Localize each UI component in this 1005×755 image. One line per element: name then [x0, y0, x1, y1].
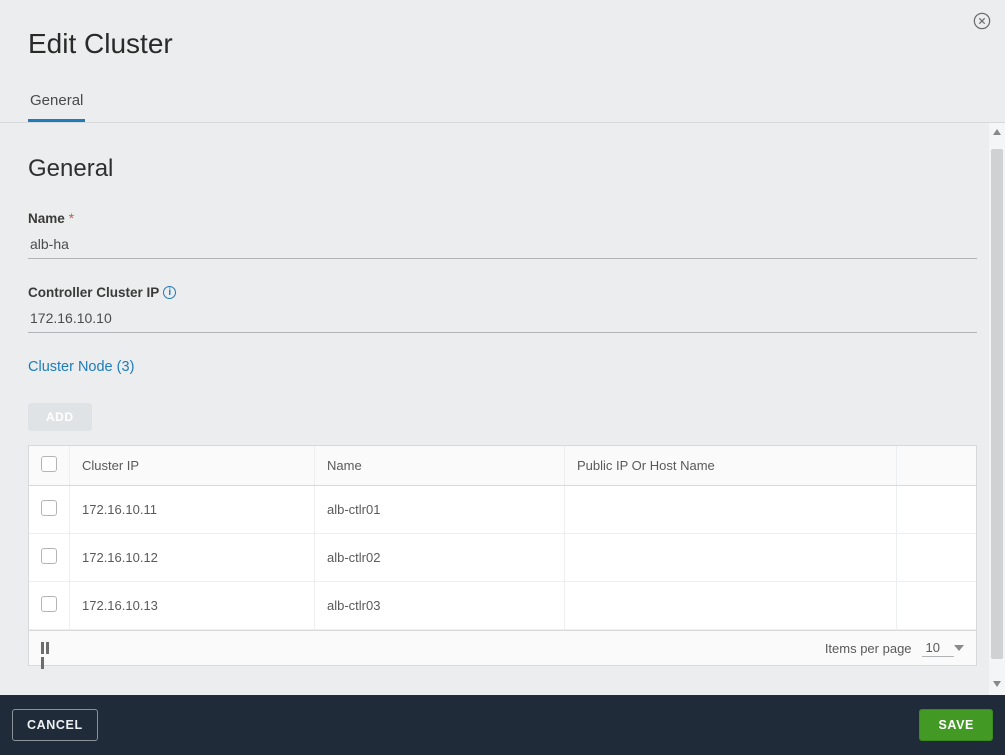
- pager: Items per page 10: [825, 639, 964, 657]
- row-checkbox[interactable]: [41, 596, 57, 612]
- name-label: Name *: [28, 211, 977, 226]
- content-area: General Name * Controller Cluster IP i Cl…: [0, 123, 1005, 695]
- section-title: General: [28, 155, 977, 183]
- scroll-thumb[interactable]: [991, 149, 1003, 659]
- scroll-down-icon[interactable]: [993, 681, 1001, 689]
- controller-ip-field: Controller Cluster IP i: [28, 285, 977, 333]
- cell-cluster-ip: 172.16.10.13: [70, 582, 315, 630]
- scrollbar[interactable]: [989, 123, 1005, 695]
- cluster-node-link-text: Cluster Node: [28, 359, 113, 375]
- footer-bar: CANCEL SAVE: [0, 695, 1005, 755]
- cell-cluster-ip: 172.16.10.11: [70, 486, 315, 534]
- cluster-node-table: Cluster IP Name Public IP Or Host Name 1…: [28, 445, 977, 666]
- save-button[interactable]: SAVE: [919, 709, 993, 741]
- row-checkbox[interactable]: [41, 500, 57, 516]
- cell-public-ip: [565, 534, 897, 582]
- cell-name: alb-ctlr02: [315, 534, 565, 582]
- table-row: 172.16.10.11 alb-ctlr01: [29, 486, 976, 534]
- edit-cluster-modal: Edit Cluster General General Name * Contr…: [0, 0, 1005, 755]
- cell-public-ip: [565, 582, 897, 630]
- table-row: 172.16.10.13 alb-ctlr03: [29, 582, 976, 630]
- required-asterisk: *: [69, 211, 74, 226]
- col-header-public-ip[interactable]: Public IP Or Host Name: [565, 446, 897, 486]
- col-header-name[interactable]: Name: [315, 446, 565, 486]
- cell-public-ip: [565, 486, 897, 534]
- cluster-node-link[interactable]: Cluster Node (3): [28, 359, 977, 375]
- controller-ip-label-text: Controller Cluster IP: [28, 285, 159, 300]
- name-label-text: Name: [28, 211, 65, 226]
- modal-title: Edit Cluster: [28, 28, 977, 60]
- col-header-cluster-ip[interactable]: Cluster IP: [70, 446, 315, 486]
- row-checkbox[interactable]: [41, 548, 57, 564]
- info-icon[interactable]: i: [163, 286, 176, 299]
- name-input[interactable]: [28, 230, 977, 259]
- select-all-checkbox[interactable]: [41, 456, 57, 472]
- controller-ip-input[interactable]: [28, 304, 977, 333]
- table-row: 172.16.10.12 alb-ctlr02: [29, 534, 976, 582]
- add-button[interactable]: ADD: [28, 403, 92, 431]
- items-per-page-label: Items per page: [825, 641, 912, 656]
- items-per-page-select[interactable]: 10: [922, 639, 954, 657]
- close-icon[interactable]: [973, 12, 991, 30]
- table-header-row: Cluster IP Name Public IP Or Host Name: [29, 446, 976, 486]
- chevron-down-icon: [954, 645, 964, 651]
- cluster-node-count: 3: [121, 359, 129, 375]
- scroll-up-icon[interactable]: [993, 129, 1001, 137]
- cell-cluster-ip: 172.16.10.12: [70, 534, 315, 582]
- modal-header: Edit Cluster: [0, 0, 1005, 60]
- columns-toggle-icon[interactable]: [41, 642, 55, 654]
- controller-ip-label: Controller Cluster IP i: [28, 285, 977, 300]
- tab-bar: General: [0, 82, 1005, 123]
- cell-name: alb-ctlr01: [315, 486, 565, 534]
- cancel-button[interactable]: CANCEL: [12, 709, 98, 741]
- table-footer: Items per page 10: [29, 630, 976, 665]
- cell-name: alb-ctlr03: [315, 582, 565, 630]
- tab-general[interactable]: General: [28, 82, 85, 122]
- name-field: Name *: [28, 211, 977, 259]
